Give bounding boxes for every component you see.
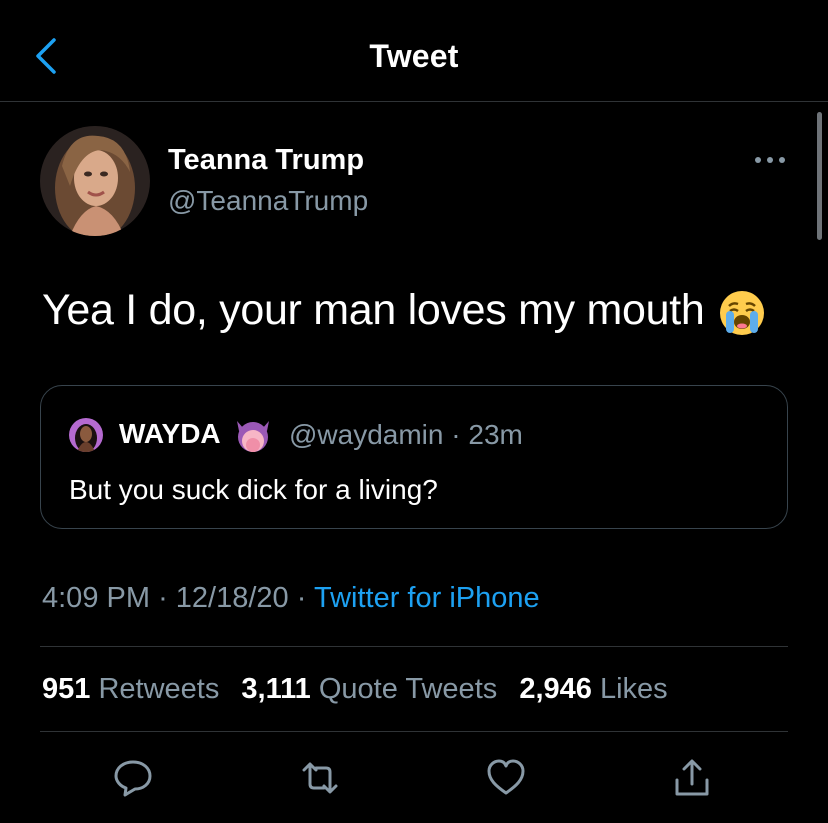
engagement-stats: 951 Retweets 3,111 Quote Tweets 2,946 Li… — [42, 673, 682, 706]
quoted-age: 23m — [468, 419, 523, 450]
tweet-text: Yea I do, your man loves my mouth — [42, 286, 705, 334]
author-name[interactable]: Teanna Trump — [168, 144, 364, 177]
quote-tweets-label: Quote Tweets — [318, 673, 498, 705]
quoted-tweet-text: But you suck dick for a living? — [69, 474, 438, 505]
divider — [40, 731, 788, 732]
meta-separator: · — [296, 582, 307, 614]
likes-stat[interactable]: 2,946 Likes — [519, 673, 667, 705]
quote-tweets-count: 3,111 — [241, 673, 311, 705]
divider — [40, 646, 788, 647]
reply-icon[interactable] — [111, 756, 155, 800]
likes-count: 2,946 — [519, 673, 592, 705]
top-bar: Tweet — [0, 0, 828, 102]
quoted-author-handle: @waydamin — [289, 419, 444, 450]
more-options-icon[interactable] — [753, 150, 787, 170]
author-handle[interactable]: @TeannaTrump — [168, 185, 368, 217]
meta-separator: · — [158, 582, 168, 614]
scrollbar[interactable] — [817, 112, 822, 240]
retweets-count: 951 — [42, 673, 91, 705]
retweets-label: Retweets — [98, 673, 220, 705]
quoted-tweet[interactable]: WAYDA @waydamin · 23m But you suck dick … — [40, 385, 788, 529]
retweets-stat[interactable]: 951 Retweets — [42, 673, 219, 705]
retweet-icon[interactable] — [298, 756, 342, 800]
quote-tweets-stat[interactable]: 3,111 Quote Tweets — [241, 673, 497, 705]
page-title: Tweet — [369, 38, 459, 74]
author-avatar[interactable] — [40, 126, 150, 236]
like-heart-icon[interactable] — [484, 756, 528, 800]
share-icon[interactable] — [670, 756, 714, 800]
tweet-date: 12/18/20 — [175, 582, 289, 614]
tweet-time: 4:09 PM — [42, 582, 150, 614]
crying-face-emoji-icon — [720, 291, 764, 335]
meta-separator: · — [451, 419, 461, 450]
likes-label: Likes — [599, 673, 668, 705]
tongue-face-emoji-icon — [237, 421, 269, 452]
quoted-meta: @waydamin · 23m — [289, 419, 523, 451]
quoted-author-avatar[interactable] — [69, 418, 103, 452]
tweet-meta: 4:09 PM · 12/18/20 · Twitter for iPhone — [42, 582, 540, 615]
tweet-source-link[interactable]: Twitter for iPhone — [314, 582, 540, 614]
quoted-author-name: WAYDA — [119, 418, 221, 449]
